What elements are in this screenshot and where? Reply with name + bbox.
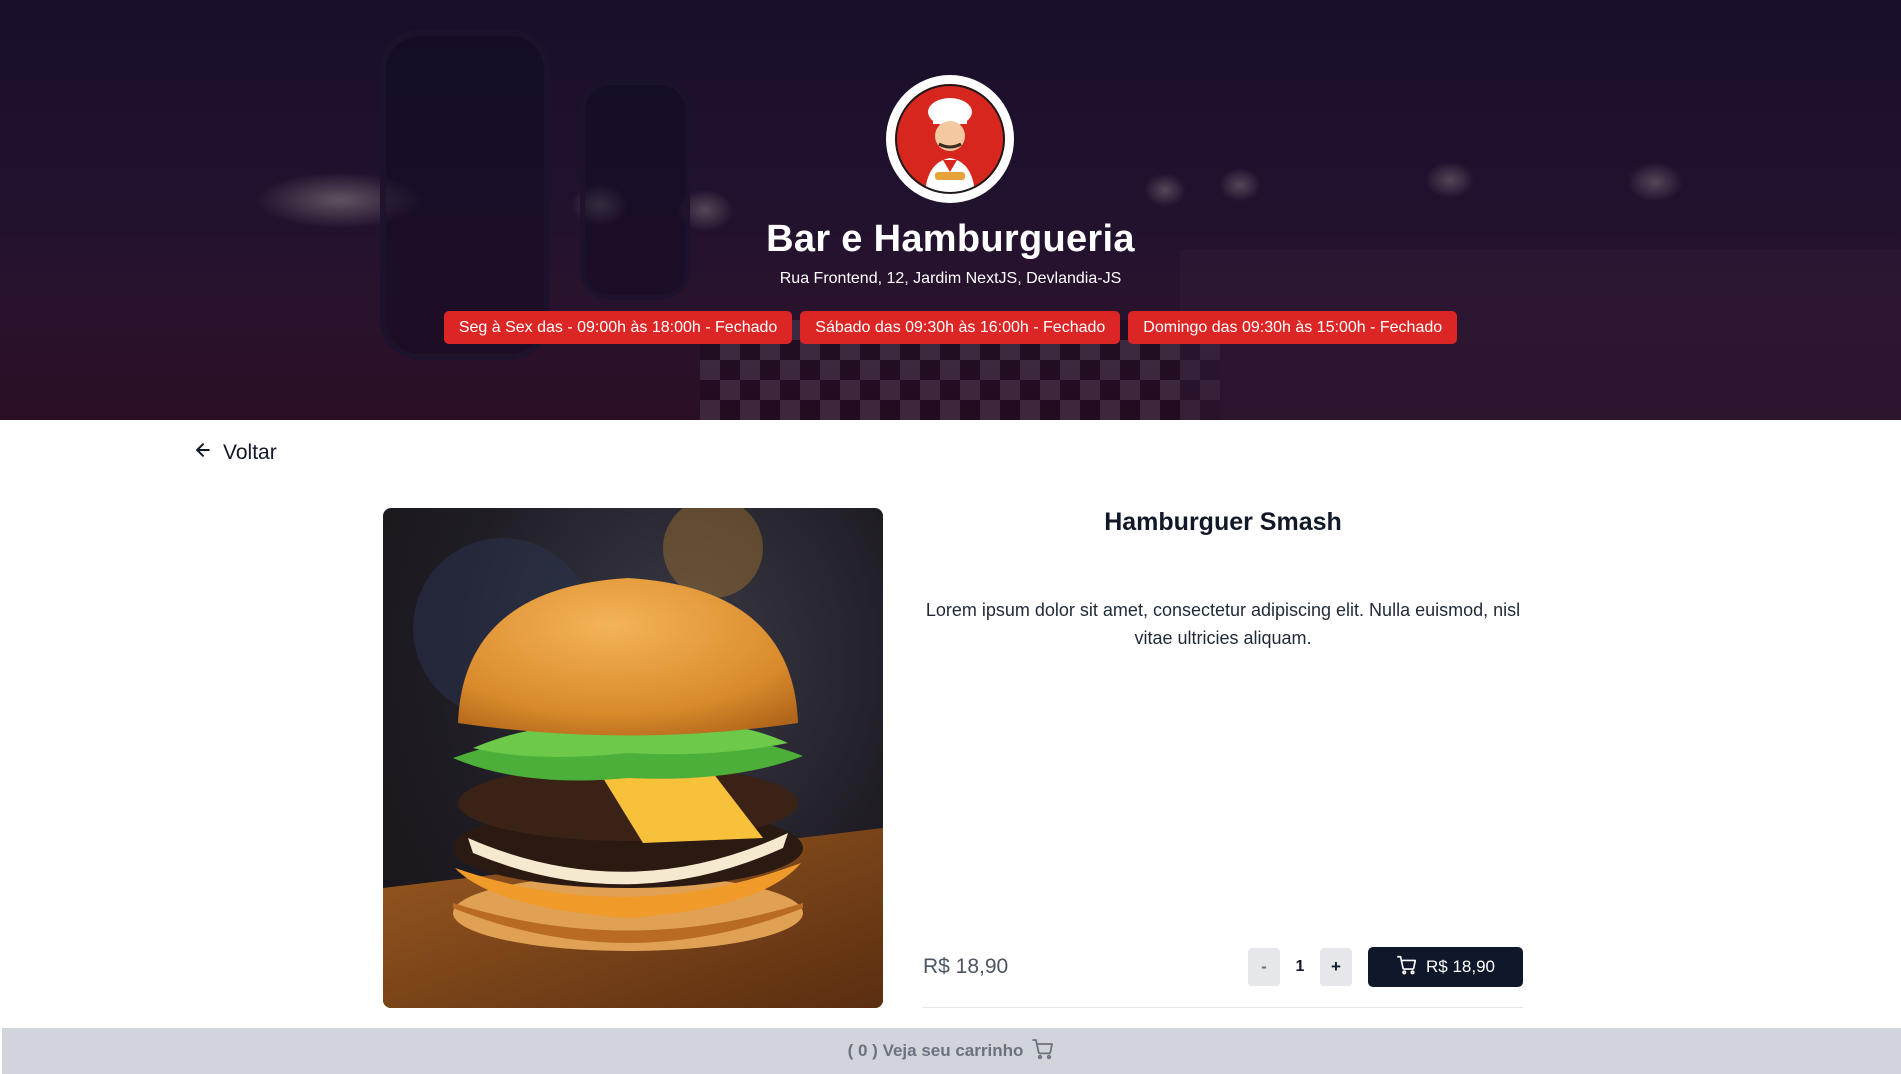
- hours-badge-saturday: Sábado das 09:30h às 16:00h - Fechado: [800, 311, 1121, 344]
- product-description: Lorem ipsum dolor sit amet, consectetur …: [925, 600, 1521, 648]
- product-image: [383, 508, 883, 1008]
- opening-hours: Seg à Sex das - 09:00h às 18:00h - Fecha…: [0, 311, 1901, 344]
- quantity-stepper: - 1 +: [1248, 948, 1352, 986]
- add-to-cart-button[interactable]: R$ 18,90: [1368, 947, 1523, 987]
- cart-icon: [1031, 1037, 1055, 1066]
- restaurant-logo: [886, 75, 1014, 203]
- product-price: R$ 18,90: [923, 955, 1009, 978]
- hero-banner: Bar e Hamburgueria Rua Frontend, 12, Jar…: [0, 0, 1901, 420]
- hours-badge-weekdays: Seg à Sex das - 09:00h às 18:00h - Fecha…: [443, 311, 793, 344]
- add-to-cart-price: R$ 18,90: [1426, 957, 1495, 976]
- hours-badge-sunday: Domingo das 09:30h às 15:00h - Fechado: [1128, 311, 1458, 344]
- quantity-value: 1: [1280, 948, 1320, 986]
- view-cart-bar[interactable]: ( 0 ) Veja seu carrinho: [2, 1028, 1901, 1074]
- chef-logo-icon: [895, 84, 1005, 194]
- back-link[interactable]: Voltar: [193, 440, 277, 466]
- decrease-quantity-button[interactable]: -: [1248, 948, 1280, 986]
- restaurant-name: Bar e Hamburgueria: [766, 218, 1135, 260]
- cart-bar-label: ( 0 ) Veja seu carrinho: [847, 1041, 1024, 1060]
- arrow-left-icon: [193, 440, 213, 466]
- cart-icon: [1396, 954, 1418, 981]
- restaurant-address: Rua Frontend, 12, Jardim NextJS, Devland…: [779, 270, 1122, 287]
- product-name: Hamburguer Smash: [1104, 508, 1342, 536]
- increase-quantity-button[interactable]: +: [1320, 948, 1352, 986]
- divider: [923, 1007, 1523, 1008]
- back-label: Voltar: [223, 441, 277, 464]
